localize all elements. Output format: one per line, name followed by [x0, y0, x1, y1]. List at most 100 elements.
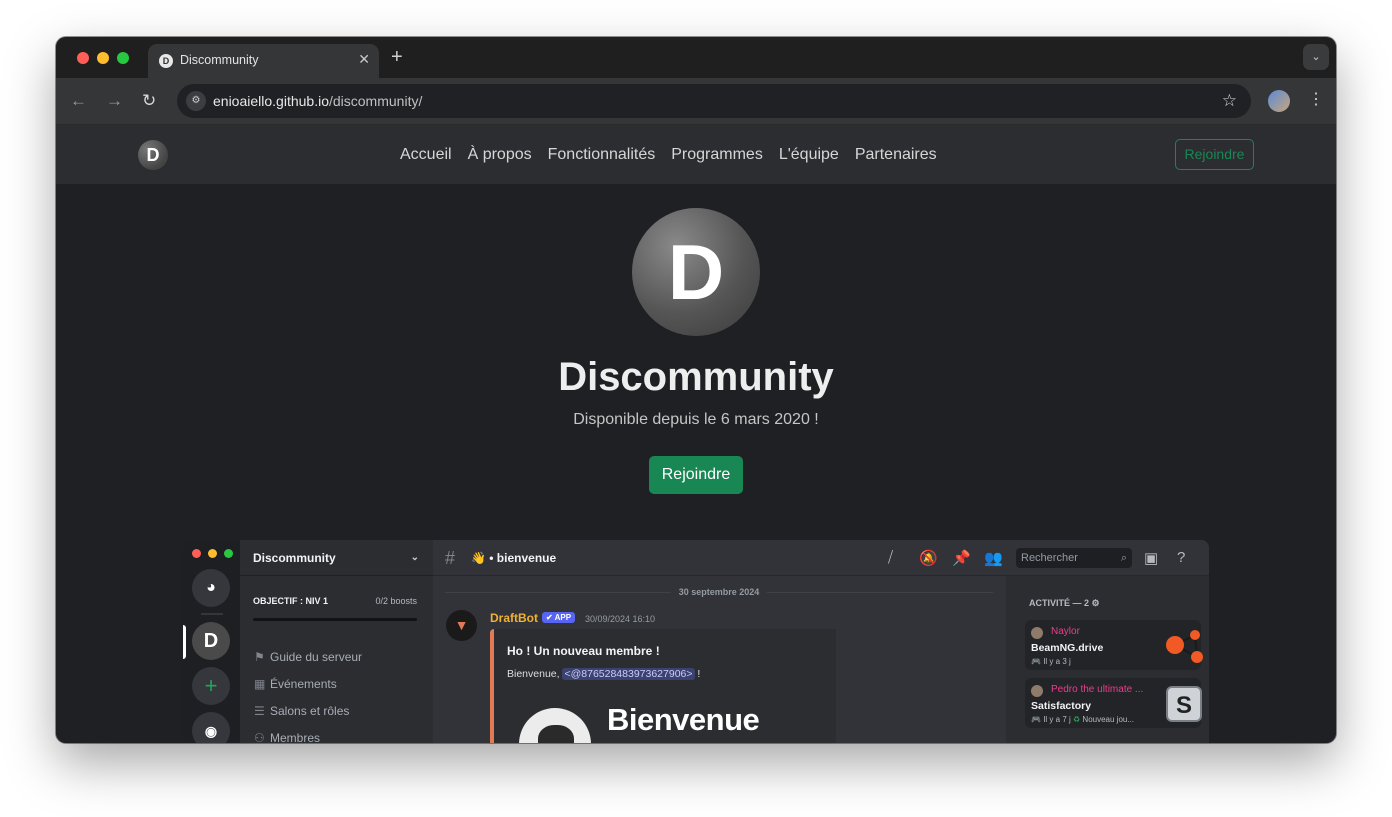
browser-tab[interactable]: D Discommunity ✕ — [148, 44, 379, 78]
boost-count: 0/2 boosts — [375, 596, 417, 606]
user-avatar — [1031, 685, 1043, 697]
site-info-icon[interactable]: ⚙ — [186, 91, 206, 111]
channel-label: Salons et rôles — [270, 704, 350, 718]
guild-separator — [201, 613, 223, 615]
nav-join-button[interactable]: Rejoindre — [1175, 139, 1254, 170]
signpost-icon: ⚑ — [254, 650, 265, 664]
server-header: Discommunity ⌄ — [240, 540, 433, 576]
add-server-icon: + — [192, 667, 230, 705]
help-icon: ? — [1177, 549, 1186, 566]
web-page: D Accueil À propos Fonctionnalités Progr… — [56, 125, 1336, 743]
url-path: /discommunity/ — [328, 93, 423, 109]
activity-user: Pedro the ultimate ... — [1051, 684, 1144, 695]
nav-link-equipe[interactable]: L'équipe — [779, 146, 839, 164]
channel-item: ▦ Événements — [254, 677, 337, 691]
server-name: Discommunity — [253, 551, 336, 565]
threads-icon: ⧸ — [888, 549, 894, 566]
activity-game: BeamNG.drive — [1031, 642, 1104, 654]
boost-goal: OBJECTIF : NIV 1 0/2 boosts — [253, 596, 417, 606]
pin-icon: 📌 — [952, 550, 971, 567]
boost-label: OBJECTIF : NIV 1 — [253, 596, 329, 606]
chevron-down-icon: ⌄ — [410, 552, 419, 563]
member-list-icon: 👥 — [984, 550, 1003, 567]
embed-title: Ho ! Un nouveau membre ! — [507, 644, 660, 658]
recycle-icon: ♻ — [1073, 715, 1081, 724]
activity-game: Satisfactory — [1031, 700, 1092, 712]
message-author: DraftBot — [490, 611, 538, 625]
tab-strip: D Discommunity ✕ + ⌄ — [56, 37, 1336, 78]
date-divider: 30 septembre 2024 — [445, 587, 993, 597]
site-logo[interactable]: D — [138, 140, 168, 170]
list-icon: ☰ — [254, 704, 265, 718]
explore-compass-icon: ◉ — [192, 712, 230, 743]
browser-window: D Discommunity ✕ + ⌄ ← → ↻ ⚙ enioaiello.… — [56, 37, 1336, 743]
tab-title: Discommunity — [180, 53, 259, 67]
hashtag-icon: # — [445, 548, 456, 568]
more-menu-icon[interactable]: ⋮ — [1308, 89, 1324, 111]
activity-user: Naylor — [1051, 626, 1080, 637]
tab-close-icon[interactable]: ✕ — [358, 51, 370, 68]
search-icon: ⌕ — [1120, 552, 1127, 564]
search-placeholder: Rechercher — [1021, 552, 1078, 564]
activity-time: 🎮 Il y a 3 j — [1031, 657, 1071, 666]
site-navbar: D Accueil À propos Fonctionnalités Progr… — [56, 125, 1336, 184]
nav-link-programmes[interactable]: Programmes — [671, 146, 763, 164]
activity-card: Naylor BeamNG.drive 🎮 Il y a 3 j — [1025, 620, 1203, 670]
welcome-banner-text: Bienvenue — [607, 702, 760, 737]
new-tab-icon[interactable]: + — [391, 46, 403, 68]
discord-guild-bar: ◕ D + ◉ — [183, 540, 240, 743]
hero-title: Discommunity — [558, 355, 834, 399]
activity-time-text: Il y a 3 j — [1043, 657, 1071, 666]
embed-text-prefix: Bienvenue, — [507, 668, 563, 680]
bot-avatar: ▼ — [446, 610, 477, 641]
nav-links: Accueil À propos Fonctionnalités Program… — [400, 146, 937, 164]
forward-arrow-icon[interactable]: → — [106, 91, 123, 111]
address-bar[interactable]: ⚙ enioaiello.github.io/discommunity/ ☆ — [177, 84, 1251, 118]
mute-bell-icon: 🔕 — [919, 550, 938, 567]
discord-home-icon: ◕ — [192, 569, 230, 607]
bull-head-shape — [538, 725, 574, 743]
channel-label: Guide du serveur — [270, 650, 363, 664]
discord-channel-sidebar: Discommunity ⌄ OBJECTIF : NIV 1 0/2 boosts… — [240, 540, 433, 743]
activity-card: Pedro the ultimate ... Satisfactory 🎮 Il… — [1025, 678, 1202, 728]
nav-link-partenaires[interactable]: Partenaires — [855, 146, 937, 164]
mock-close-dot — [192, 549, 201, 558]
url-host: enioaiello.github.io — [213, 93, 329, 109]
activity-title: ACTIVITÉ — 2 ⚙ — [1029, 598, 1100, 609]
maximize-window-button[interactable] — [117, 52, 129, 64]
activity-title-text: ACTIVITÉ — 2 — [1029, 598, 1090, 608]
channel-name: 👋 • bienvenue — [471, 551, 557, 565]
app-badge: ✔ APP — [542, 612, 576, 623]
discommunity-guild-icon: D — [192, 622, 230, 660]
tab-search-chevron-icon[interactable]: ⌄ — [1303, 44, 1329, 70]
date-divider-text: 30 septembre 2024 — [670, 587, 768, 597]
gear-icon: ⚙ — [1091, 598, 1100, 608]
discord-preview-image: ◕ D + ◉ Discommunity ⌄ OBJECTIF : NIV 1 0/… — [183, 540, 1209, 743]
channel-item: ⚇ Membres — [254, 731, 320, 743]
profile-avatar[interactable] — [1268, 90, 1290, 112]
channel-item: ⚑ Guide du serveur — [254, 650, 362, 664]
discord-topbar: # 👋 • bienvenue ⧸ 🔕 📌 👥 Rechercher ⌕ ▣ ? — [433, 540, 1209, 576]
close-window-button[interactable] — [77, 52, 89, 64]
reload-icon[interactable]: ↻ — [142, 91, 156, 111]
hero-join-button[interactable]: Rejoindre — [649, 456, 743, 494]
activity-time-text: Il y a 7 j — [1043, 715, 1071, 724]
bookmark-star-icon[interactable]: ☆ — [1222, 91, 1237, 111]
gamepad-icon: 🎮 — [1031, 657, 1041, 666]
hero-subtitle: Disponible depuis le 6 mars 2020 ! — [573, 411, 819, 428]
message-embed: Ho ! Un nouveau membre ! Bienvenue, <@87… — [490, 629, 836, 743]
mock-maximize-dot — [224, 549, 233, 558]
url-text[interactable]: enioaiello.github.io/discommunity/ — [213, 93, 422, 109]
nav-link-a-propos[interactable]: À propos — [468, 146, 532, 164]
activity-extra: Nouveau jou... — [1082, 715, 1135, 724]
nav-link-fonctionnalites[interactable]: Fonctionnalités — [548, 146, 656, 164]
channel-item: ☰ Salons et rôles — [254, 704, 349, 718]
tab-favicon-icon: D — [159, 54, 173, 68]
minimize-window-button[interactable] — [97, 52, 109, 64]
nav-link-accueil[interactable]: Accueil — [400, 146, 452, 164]
back-arrow-icon[interactable]: ← — [70, 91, 87, 111]
embed-text: Bienvenue, <@876528483973627906> ! — [507, 668, 700, 680]
satisfactory-logo-icon: S — [1166, 686, 1202, 722]
guild-selected-pill — [183, 625, 186, 659]
calendar-icon: ▦ — [254, 677, 266, 691]
